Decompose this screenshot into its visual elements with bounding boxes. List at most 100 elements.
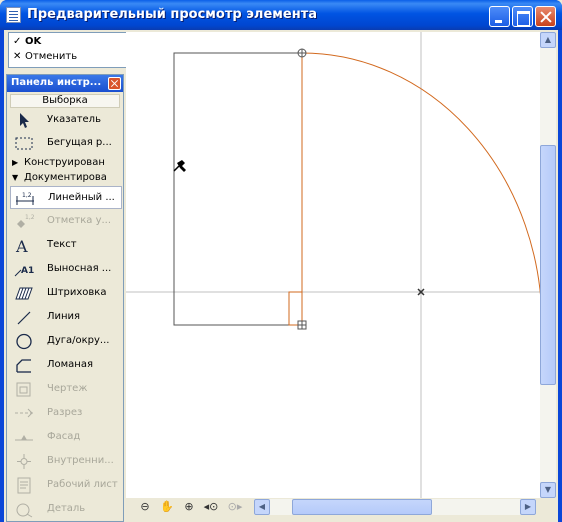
navigation-bar: ⊖ ✋ ⊕ ◂⊙ ⊙▸ ◀ ▶ (126, 498, 556, 516)
arrow-pointer-icon (20, 113, 29, 128)
tool-label: Разрез (47, 407, 83, 418)
worksheet-icon (17, 477, 31, 494)
close-icon[interactable] (535, 6, 556, 27)
tool-label: Выносная ... (47, 263, 112, 274)
tool-label: Ломаная (47, 359, 93, 370)
previous-zoom-icon[interactable]: ◂⊙ (202, 499, 220, 515)
svg-text:A: A (15, 237, 28, 254)
element-outline (173, 52, 302, 326)
scroll-up-icon[interactable]: ▲ (540, 32, 556, 48)
elevation-icon (15, 435, 33, 441)
vertical-scroll-thumb[interactable] (540, 145, 556, 385)
toolbox-title-bar[interactable]: Панель инстр... (7, 75, 123, 92)
scroll-down-icon[interactable]: ▼ (540, 482, 556, 498)
tool-label: Деталь (47, 503, 86, 514)
polyline-icon (16, 359, 31, 373)
scroll-left-icon[interactable]: ◀ (254, 499, 270, 515)
group-label: Документирова (24, 172, 107, 183)
tool-marquee[interactable]: Бегущая р... (10, 132, 122, 155)
toolbox-section-selection: Выборка (10, 94, 120, 108)
tool-linear-dimension[interactable]: 1,2 Линейный ... (10, 186, 122, 209)
drawing-icon (16, 382, 31, 397)
ok-button[interactable]: ✓ OK (13, 36, 41, 50)
scroll-corner (540, 498, 556, 516)
tool-elevation[interactable]: Фасад (10, 426, 122, 449)
toolbox-title: Панель инстр... (11, 77, 102, 88)
group-label: Конструирован (24, 157, 105, 168)
tool-label[interactable]: A1 Выносная ... (10, 258, 122, 281)
level-dimension-icon: 1,2 (17, 214, 34, 228)
title-bar[interactable]: Предварительный просмотр элемента (0, 0, 562, 30)
tool-fill[interactable]: Штриховка (10, 282, 122, 305)
tool-polyline[interactable]: Ломаная (10, 354, 122, 377)
window-title: Предварительный просмотр элемента (27, 7, 318, 22)
interior-elevation-icon (17, 454, 31, 469)
tool-line[interactable]: Линия (10, 306, 122, 329)
tool-label: Линия (47, 311, 81, 322)
tool-label: Отметка у... (47, 215, 112, 226)
tool-drawing[interactable]: Чертеж (10, 378, 122, 401)
scroll-right-icon[interactable]: ▶ (520, 499, 536, 515)
tool-level-dimension[interactable]: 1,2 Отметка у... (10, 210, 122, 233)
vertical-scrollbar[interactable]: ▲ ▼ (540, 32, 556, 498)
tool-section[interactable]: Разрез (10, 402, 122, 425)
cancel-label: Отменить (25, 51, 78, 62)
svg-text:1,2: 1,2 (25, 214, 34, 221)
hammer-cursor-icon (173, 160, 186, 172)
window-app-icon (6, 7, 21, 23)
tool-detail[interactable]: Деталь (10, 498, 122, 521)
pan-hand-icon[interactable]: ✋ (158, 499, 176, 515)
tool-label: Бегущая р... (47, 137, 112, 148)
ok-label: OK (25, 36, 42, 47)
linear-dimension-icon: 1,2 (16, 192, 34, 205)
tool-arc-circle[interactable]: Дуга/окру... (10, 330, 122, 353)
tool-label: Указатель (47, 114, 101, 125)
cancel-button[interactable]: ✕ Отменить (13, 51, 77, 65)
tool-label: Текст (47, 239, 77, 250)
tool-label: Фасад (47, 431, 81, 442)
zoom-out-icon[interactable]: ⊖ (136, 499, 154, 515)
zoom-in-icon[interactable]: ⊕ (180, 499, 198, 515)
cross-icon: ✕ (13, 51, 22, 62)
svg-text:1,2: 1,2 (22, 192, 32, 199)
tool-label: Линейный ... (48, 192, 115, 203)
tool-label: Рабочий лист (47, 479, 118, 490)
preview-window: Предварительный просмотр элемента ✓ OK ✕ О… (0, 0, 562, 522)
tool-text[interactable]: A Текст (10, 234, 122, 257)
maximize-icon[interactable] (512, 6, 533, 27)
tool-worksheet[interactable]: Рабочий лист (10, 474, 122, 497)
toolbox-close-icon[interactable] (108, 77, 121, 90)
tool-interior-elevation[interactable]: Внутренни... (10, 450, 122, 473)
horizontal-scroll-thumb[interactable] (292, 499, 432, 515)
horizontal-scrollbar[interactable]: ◀ ▶ (254, 499, 536, 515)
arc-circle-icon (16, 333, 32, 350)
hotspot-bottom[interactable] (297, 320, 307, 330)
label-icon: A1 (14, 266, 34, 277)
fill-icon (15, 287, 33, 300)
detail-icon (16, 503, 33, 518)
group-construction[interactable]: ▶ Конструирован (12, 157, 105, 168)
group-documentation[interactable]: ▼ Документирова (12, 172, 107, 183)
triangle-right-icon: ▶ (12, 158, 19, 167)
door-leaf (288, 291, 303, 326)
window-client-area: ✓ OK ✕ Отменить Панель инстр... Выборка Ук… (4, 30, 558, 522)
preview-canvas[interactable] (126, 32, 544, 498)
toolbox-panel: Панель инстр... Выборка Указатель Бегуща… (6, 74, 124, 522)
confirm-panel: ✓ OK ✕ Отменить (8, 32, 128, 68)
tool-label: Дуга/окру... (47, 335, 110, 346)
tool-label: Внутренни... (47, 455, 114, 466)
tool-label: Штриховка (47, 287, 107, 298)
triangle-down-icon: ▼ (12, 173, 19, 182)
tool-label: Чертеж (47, 383, 88, 394)
line-icon (17, 311, 31, 325)
minimize-icon[interactable] (489, 6, 510, 27)
section-icon (15, 408, 33, 418)
marquee-icon (15, 137, 33, 150)
hotspot-top[interactable] (297, 48, 307, 58)
door-preview-drawing (126, 32, 544, 498)
door-swing-arc (301, 52, 543, 326)
tool-arrow-pointer[interactable]: Указатель (10, 109, 122, 132)
svg-text:A1: A1 (21, 266, 34, 276)
next-zoom-icon: ⊙▸ (227, 500, 243, 513)
checkmark-icon: ✓ (13, 36, 22, 47)
